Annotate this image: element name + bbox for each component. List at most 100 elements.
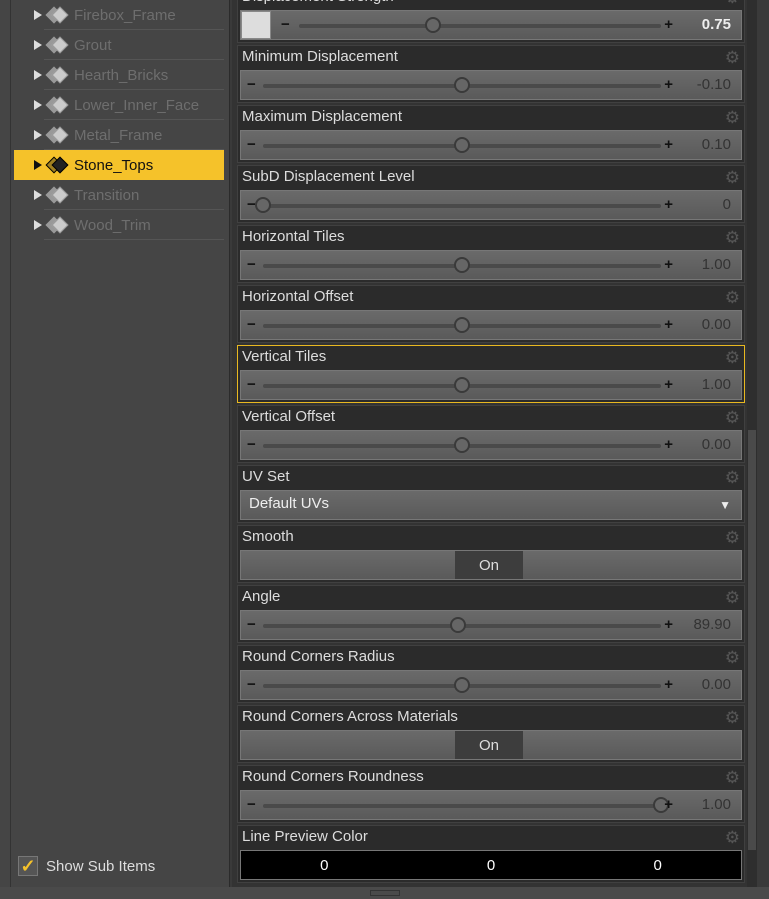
increment-button[interactable]: + <box>664 616 673 633</box>
increment-button[interactable]: + <box>664 676 673 693</box>
toggle-switch[interactable]: On <box>240 730 742 760</box>
property-slider[interactable]: − +0.00 <box>240 310 742 340</box>
slider-value[interactable]: 0.10 <box>702 136 731 153</box>
tree-item[interactable]: Hearth_Bricks <box>14 60 224 90</box>
tree-item[interactable]: Wood_Trim <box>14 210 224 240</box>
expand-arrow-icon[interactable] <box>34 70 42 80</box>
expand-arrow-icon[interactable] <box>34 190 42 200</box>
slider-track[interactable] <box>263 437 661 453</box>
property-slider[interactable]: − +1.00 <box>240 790 742 820</box>
show-sub-items-checkbox[interactable]: ✓ Show Sub Items <box>18 856 155 876</box>
slider-track[interactable] <box>263 257 661 273</box>
gear-icon[interactable]: ⚙ <box>725 768 740 788</box>
slider-track[interactable] <box>263 377 661 393</box>
property-slider[interactable]: − +0.75 <box>240 10 742 40</box>
gear-icon[interactable]: ⚙ <box>725 528 740 548</box>
tree-item[interactable]: Transition <box>14 180 224 210</box>
tree-item[interactable]: Firebox_Frame <box>14 0 224 30</box>
slider-thumb[interactable] <box>454 377 470 393</box>
tree-item[interactable]: Grout <box>14 30 224 60</box>
slider-track[interactable] <box>263 797 669 813</box>
increment-button[interactable]: + <box>664 136 673 153</box>
slider-thumb[interactable] <box>454 677 470 693</box>
gear-icon[interactable]: ⚙ <box>725 468 740 488</box>
slider-thumb[interactable] <box>424 17 441 33</box>
gear-icon[interactable]: ⚙ <box>725 588 740 608</box>
gear-icon[interactable]: ⚙ <box>725 708 740 728</box>
scrollbar-thumb[interactable] <box>748 430 756 850</box>
slider-thumb[interactable] <box>454 137 470 153</box>
property-slider[interactable]: − +89.90 <box>240 610 742 640</box>
color-channel-value[interactable]: 0 <box>320 857 328 874</box>
gear-icon[interactable]: ⚙ <box>725 288 740 308</box>
slider-track[interactable] <box>263 317 661 333</box>
increment-button[interactable]: + <box>664 796 673 813</box>
slider-value[interactable]: 89.90 <box>693 616 731 633</box>
decrement-button[interactable]: − <box>247 376 256 393</box>
scrollbar[interactable] <box>747 0 757 887</box>
slider-thumb[interactable] <box>450 617 467 633</box>
property-slider[interactable]: − +0.00 <box>240 430 742 460</box>
color-channel-value[interactable]: 0 <box>653 857 661 874</box>
property-slider[interactable]: − +0 <box>240 190 742 220</box>
gear-icon[interactable]: ⚙ <box>725 348 740 368</box>
tree-item[interactable]: Stone_Tops <box>14 150 224 180</box>
tree-item[interactable]: Lower_Inner_Face <box>14 90 224 120</box>
expand-arrow-icon[interactable] <box>34 160 42 170</box>
slider-track[interactable] <box>263 677 661 693</box>
slider-thumb[interactable] <box>454 257 470 273</box>
decrement-button[interactable]: − <box>247 796 256 813</box>
increment-button[interactable]: + <box>664 16 673 33</box>
slider-track[interactable] <box>263 617 661 633</box>
gear-icon[interactable]: ⚙ <box>725 168 740 188</box>
increment-button[interactable]: + <box>664 76 673 93</box>
increment-button[interactable]: + <box>664 376 673 393</box>
decrement-button[interactable]: − <box>281 16 290 33</box>
slider-value[interactable]: 1.00 <box>702 376 731 393</box>
slider-value[interactable]: 1.00 <box>702 796 731 813</box>
gear-icon[interactable]: ⚙ <box>725 648 740 668</box>
pane-splitter[interactable] <box>0 887 769 899</box>
slider-track[interactable] <box>263 137 661 153</box>
decrement-button[interactable]: − <box>247 436 256 453</box>
color-swatch[interactable] <box>241 11 271 39</box>
increment-button[interactable]: + <box>664 316 673 333</box>
slider-thumb[interactable] <box>454 77 470 93</box>
slider-value[interactable]: 0.00 <box>702 316 731 333</box>
tree-item[interactable]: Metal_Frame <box>14 120 224 150</box>
expand-arrow-icon[interactable] <box>34 100 42 110</box>
property-slider[interactable]: − + -0.10 <box>240 70 742 100</box>
gear-icon[interactable]: ⚙ <box>725 48 740 68</box>
expand-arrow-icon[interactable] <box>34 40 42 50</box>
property-slider[interactable]: − +0.10 <box>240 130 742 160</box>
slider-track[interactable] <box>263 77 661 93</box>
slider-track[interactable] <box>299 17 661 33</box>
slider-track[interactable] <box>255 197 661 213</box>
slider-value[interactable]: 0.00 <box>702 676 731 693</box>
decrement-button[interactable]: − <box>247 676 256 693</box>
gear-icon[interactable]: ⚙ <box>725 408 740 428</box>
gear-icon[interactable]: ⚙ <box>725 828 740 848</box>
slider-value[interactable]: 0 <box>723 196 731 213</box>
gear-icon[interactable]: ⚙ <box>725 108 740 128</box>
decrement-button[interactable]: − <box>247 136 256 153</box>
increment-button[interactable]: + <box>664 256 673 273</box>
slider-thumb[interactable] <box>255 197 271 213</box>
increment-button[interactable]: + <box>664 436 673 453</box>
decrement-button[interactable]: − <box>247 616 256 633</box>
property-slider[interactable]: − +1.00 <box>240 370 742 400</box>
property-slider[interactable]: − +0.00 <box>240 670 742 700</box>
slider-thumb[interactable] <box>454 437 470 453</box>
decrement-button[interactable]: − <box>247 256 256 273</box>
slider-value[interactable]: 0.00 <box>702 436 731 453</box>
property-slider[interactable]: − +1.00 <box>240 250 742 280</box>
slider-value[interactable]: 0.75 <box>702 16 731 33</box>
expand-arrow-icon[interactable] <box>34 130 42 140</box>
slider-thumb[interactable] <box>454 317 470 333</box>
gear-icon[interactable]: ⚙ <box>725 228 740 248</box>
slider-value[interactable]: -0.10 <box>697 76 731 93</box>
toggle-switch[interactable]: On <box>240 550 742 580</box>
color-field[interactable]: 0 0 0 <box>240 850 742 880</box>
decrement-button[interactable]: − <box>247 316 256 333</box>
increment-button[interactable]: + <box>664 196 673 213</box>
